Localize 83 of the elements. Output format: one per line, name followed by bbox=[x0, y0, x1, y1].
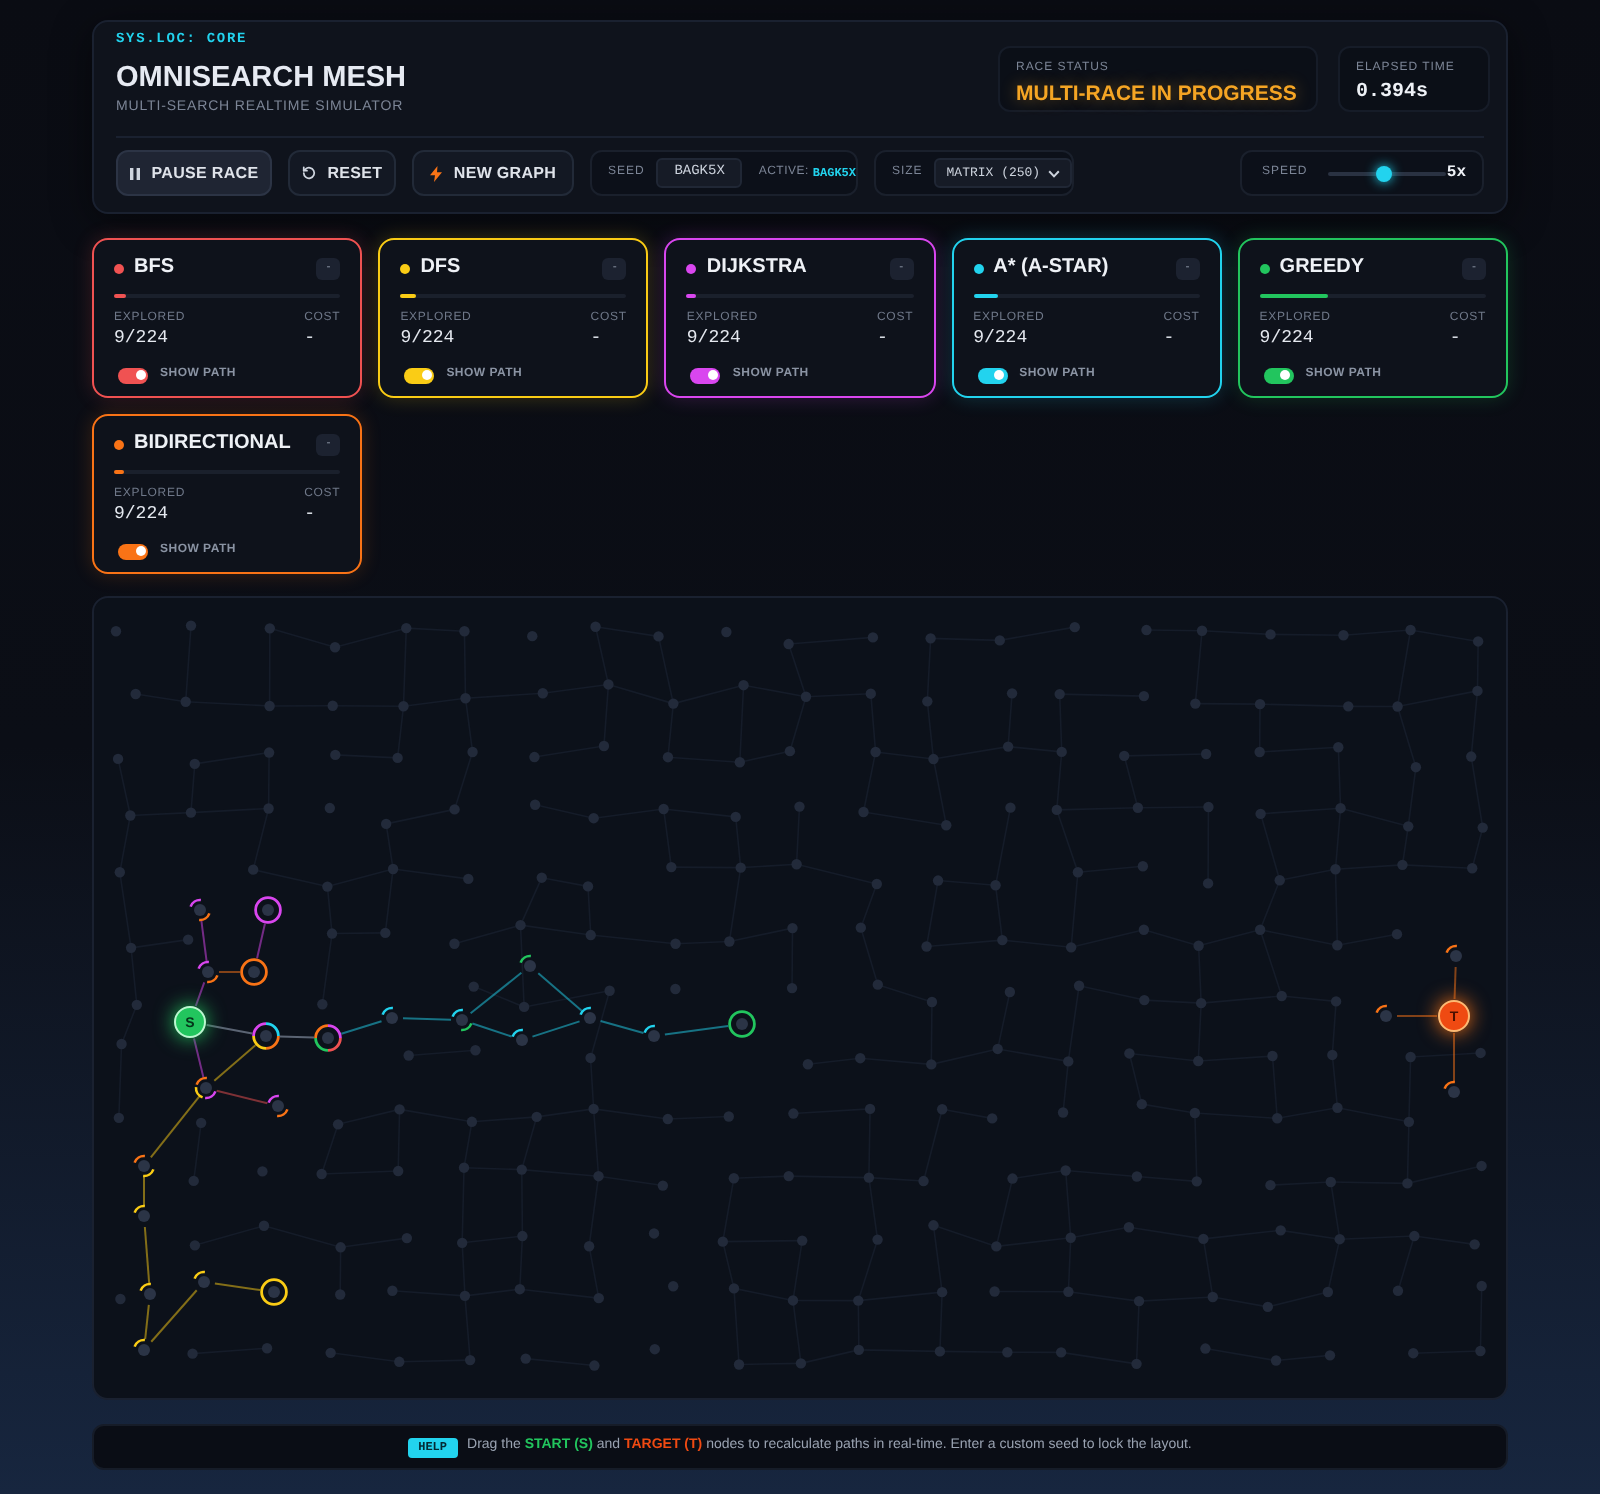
pause-icon bbox=[129, 167, 140, 179]
visited-node bbox=[728, 1010, 756, 1038]
visited-node bbox=[260, 1278, 288, 1306]
algorithm-name: A* (A-STAR) bbox=[993, 256, 1109, 280]
path-edge bbox=[471, 1022, 513, 1038]
path-edge bbox=[194, 981, 206, 1007]
path-edge bbox=[599, 1020, 645, 1034]
show-path-toggle[interactable] bbox=[1263, 367, 1294, 383]
explored-count: 9/224 bbox=[686, 328, 743, 348]
path-edge bbox=[663, 1024, 730, 1036]
algorithm-name: GREEDY bbox=[1279, 256, 1365, 280]
path-edge bbox=[340, 1020, 383, 1035]
show-path-toggle[interactable] bbox=[977, 367, 1008, 383]
visited-node bbox=[519, 954, 536, 972]
cost-value: - bbox=[1163, 328, 1175, 348]
algorithm-name: DIJKSTRA bbox=[706, 256, 807, 280]
chevron-down-icon bbox=[1048, 169, 1060, 177]
path-edge bbox=[1396, 1015, 1438, 1017]
path-edge bbox=[537, 972, 583, 1012]
path-edge bbox=[143, 1176, 145, 1206]
lightning-bolt-icon bbox=[429, 165, 442, 181]
cost-value: - bbox=[1449, 328, 1461, 348]
visited-node bbox=[314, 1024, 342, 1052]
show-path-toggle[interactable] bbox=[690, 367, 721, 383]
visited-node bbox=[381, 1006, 398, 1024]
visited-node bbox=[133, 1204, 150, 1222]
path-edge bbox=[279, 1035, 315, 1039]
visited-node bbox=[511, 1028, 528, 1046]
speed-slider[interactable] bbox=[1327, 165, 1447, 181]
app-title: OMNISEARCH MESH bbox=[116, 64, 407, 94]
path-edge bbox=[469, 971, 523, 1015]
visited-node bbox=[133, 1154, 155, 1178]
visited-node bbox=[240, 958, 268, 986]
cost-value: - bbox=[876, 328, 888, 348]
status-value: MULTI-RACE IN PROGRESS bbox=[1016, 82, 1299, 106]
visited-node bbox=[451, 1008, 473, 1032]
path-edge bbox=[256, 922, 266, 960]
visited-node bbox=[643, 1024, 660, 1042]
visited-node bbox=[1445, 944, 1462, 962]
path-edge bbox=[531, 1020, 581, 1038]
visited-node bbox=[267, 1094, 289, 1118]
path-edge bbox=[218, 971, 241, 973]
visited-node bbox=[197, 960, 219, 984]
algorithm-name: BIDIRECTIONAL bbox=[134, 432, 291, 456]
explored-count: 9/224 bbox=[114, 504, 171, 524]
show-path-toggle[interactable] bbox=[404, 367, 435, 383]
explored-count: 9/224 bbox=[114, 328, 171, 348]
cost-value: - bbox=[304, 328, 315, 348]
new-graph-button[interactable]: NEW GRAPH bbox=[412, 150, 574, 196]
visited-node bbox=[1443, 1080, 1460, 1098]
visited-node bbox=[189, 898, 211, 922]
path-edge bbox=[149, 1095, 201, 1159]
show-path-toggle[interactable] bbox=[118, 543, 148, 559]
path-edge bbox=[1453, 966, 1457, 1000]
path-edge bbox=[213, 1282, 262, 1291]
visited-node bbox=[1375, 1004, 1392, 1022]
path-edge bbox=[143, 1225, 151, 1285]
path-edge bbox=[200, 919, 208, 963]
slider-thumb[interactable] bbox=[1375, 165, 1392, 181]
cost-value: - bbox=[590, 328, 602, 348]
visited-node bbox=[254, 896, 282, 924]
visited-node bbox=[579, 1006, 596, 1024]
path-edge bbox=[215, 1089, 269, 1105]
path-edge bbox=[213, 1044, 257, 1082]
visited-node bbox=[133, 1338, 150, 1356]
speed-value: 5x bbox=[1446, 161, 1466, 185]
status-value: 0.394s bbox=[1356, 82, 1431, 106]
algorithm-name: BFS bbox=[134, 256, 174, 280]
pause-button[interactable]: PAUSE RACE bbox=[116, 150, 272, 196]
algorithm-name: DFS bbox=[420, 256, 461, 280]
visited-node bbox=[193, 1270, 210, 1288]
visited-node bbox=[194, 1076, 217, 1100]
visited-node bbox=[252, 1022, 280, 1050]
explored-count: 9/224 bbox=[400, 328, 457, 348]
path-edge bbox=[1453, 1032, 1455, 1082]
explored-count: 9/224 bbox=[1259, 328, 1316, 348]
explored-count: 9/224 bbox=[973, 328, 1030, 348]
cost-value: - bbox=[304, 504, 315, 524]
visited-node bbox=[139, 1282, 156, 1300]
reset-icon bbox=[301, 166, 316, 180]
path-edge bbox=[402, 1017, 452, 1021]
reset-button[interactable]: RESET bbox=[288, 150, 396, 196]
show-path-toggle[interactable] bbox=[118, 367, 148, 383]
